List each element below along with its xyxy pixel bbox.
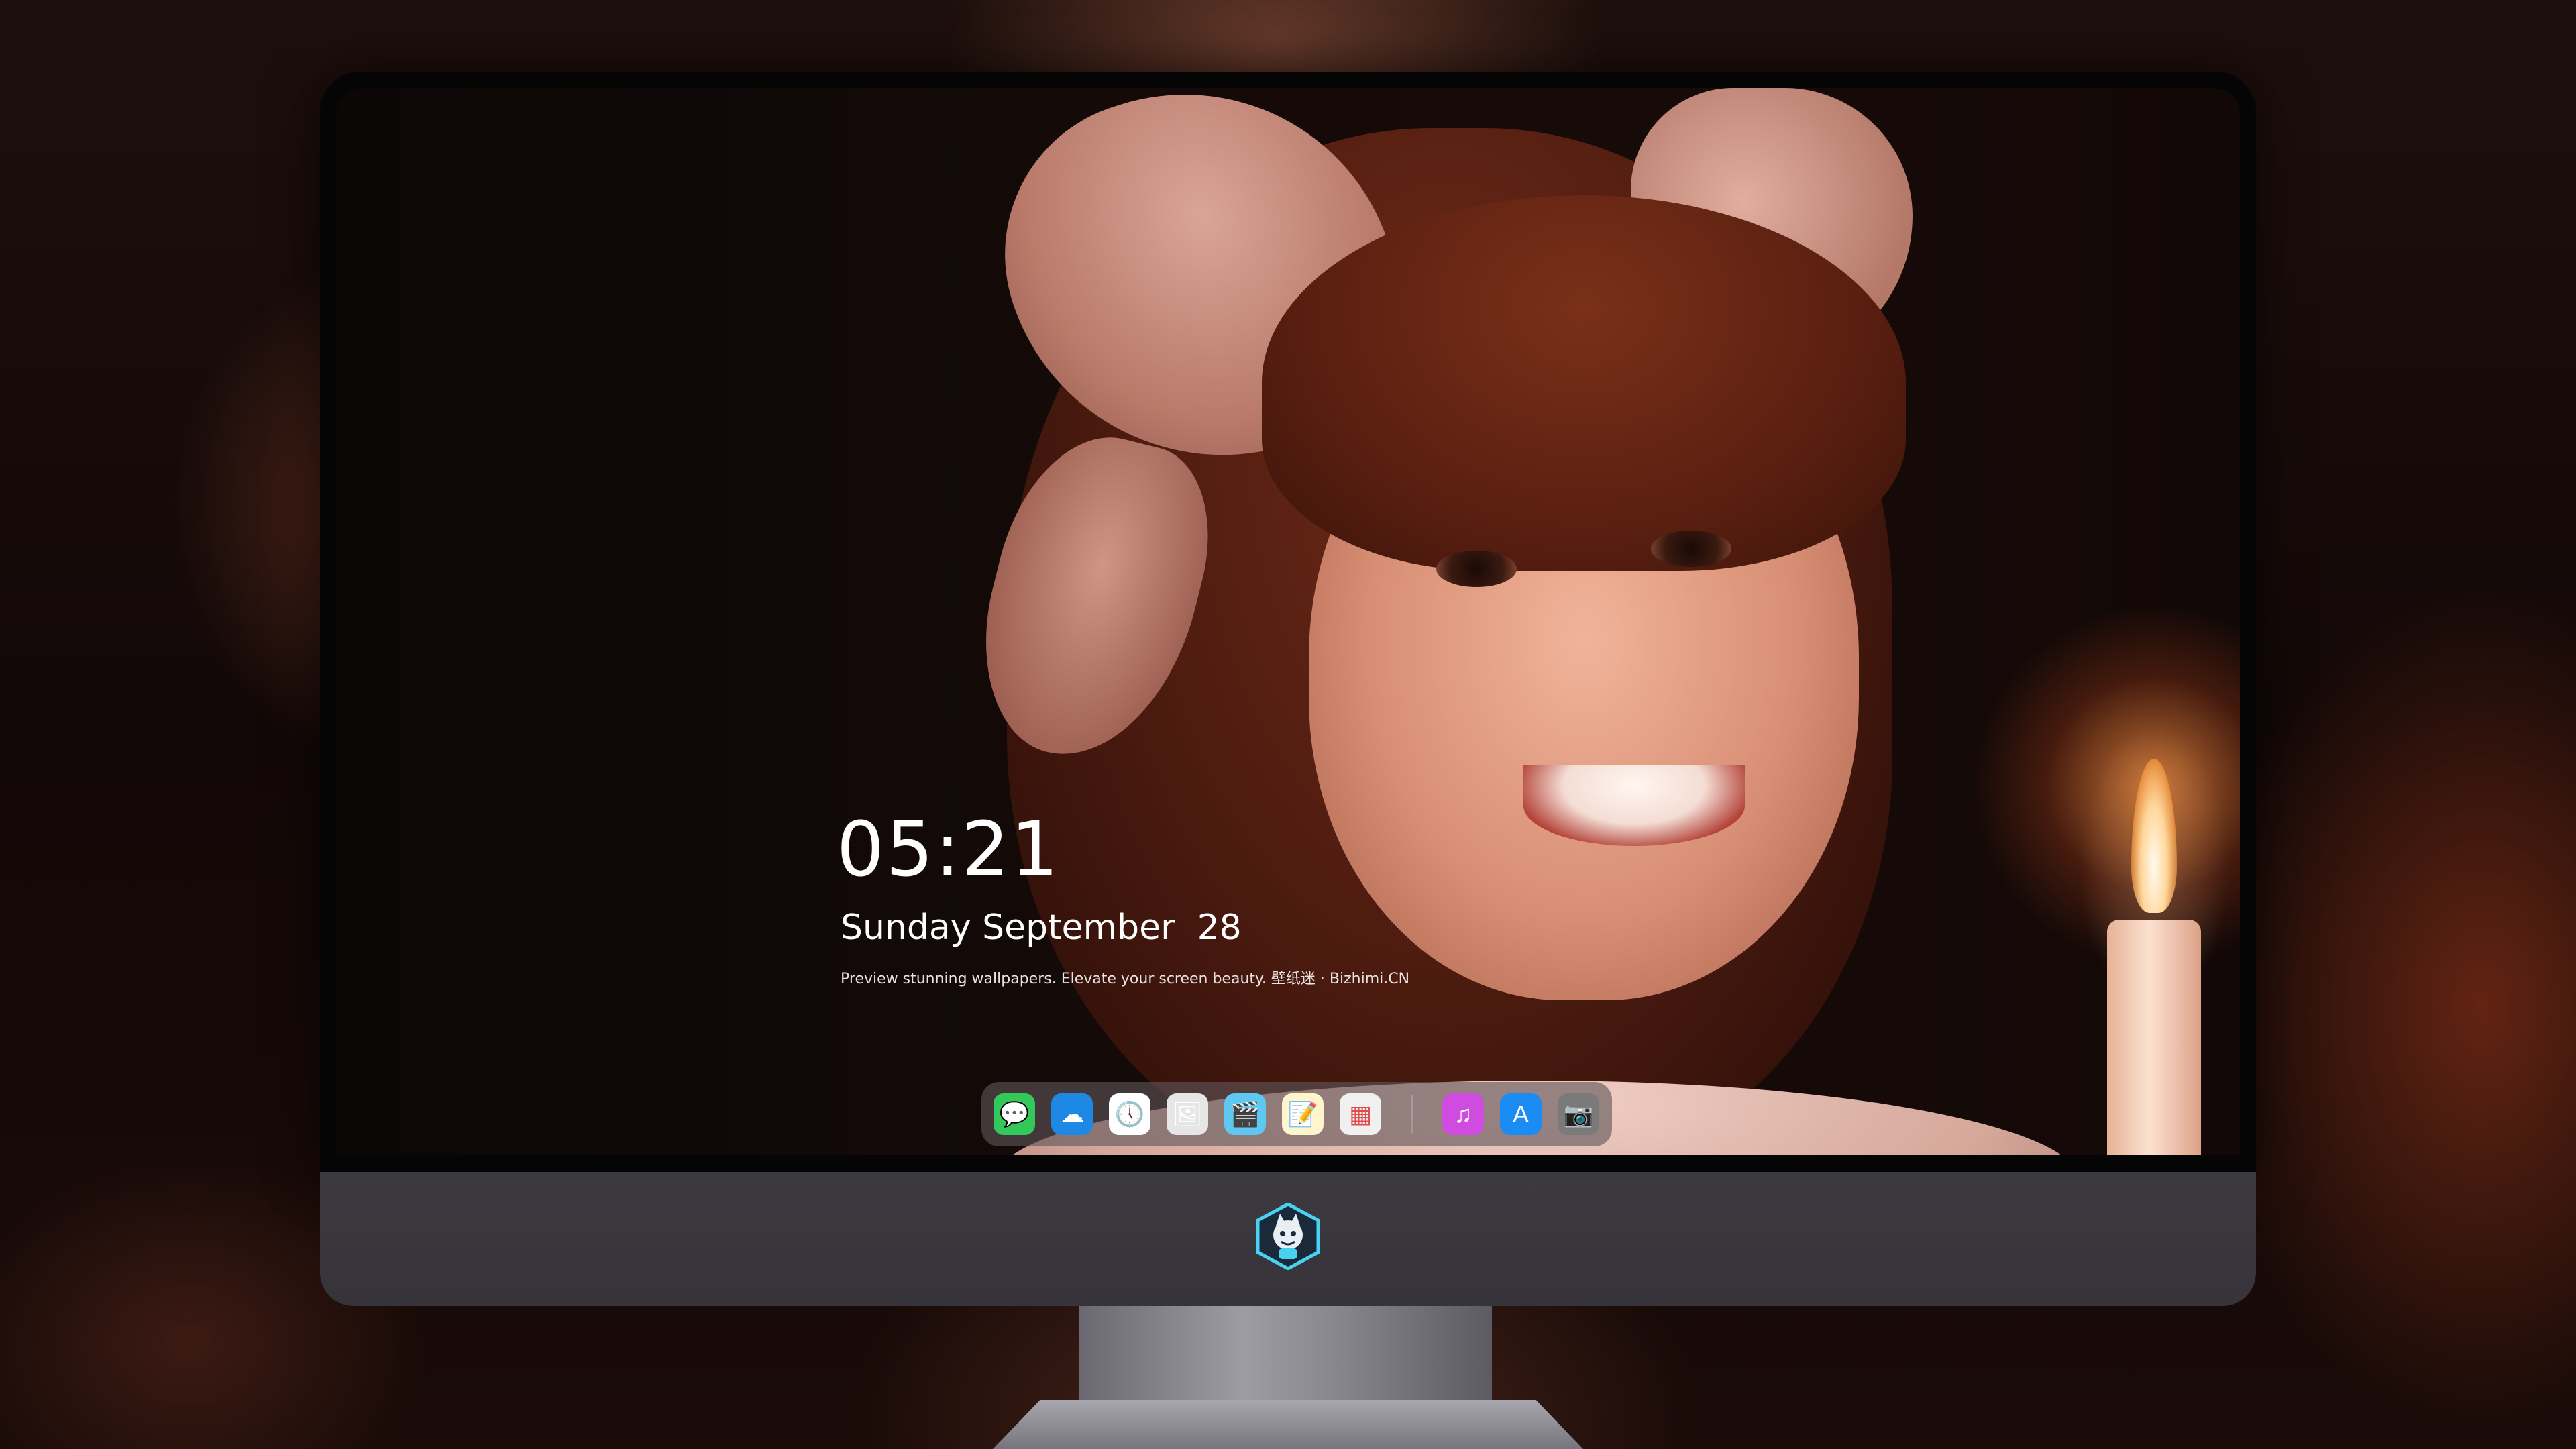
preview-icon: 🖼 [1172, 1100, 1203, 1128]
appstore-icon: A [1512, 1100, 1529, 1128]
dock-item-messages[interactable]: 💬 [994, 1093, 1035, 1135]
wallpaper-eye-right [1651, 531, 1731, 567]
music-icon: ♫ [1454, 1100, 1472, 1128]
photobooth-icon: ▦ [1348, 1100, 1372, 1128]
dock-item-photobooth[interactable]: ▦ [1340, 1093, 1381, 1135]
dock-separator [1411, 1095, 1413, 1133]
messages-icon: 💬 [999, 1100, 1030, 1128]
wallpaper-bangs [1262, 195, 1906, 571]
camera-icon: 📷 [1563, 1100, 1594, 1128]
monitor-stand-base [993, 1400, 1583, 1449]
desktop-stage: 05:21 Sunday September 28 Preview stunni… [0, 0, 2576, 1449]
monitor-stand-neck [1079, 1306, 1492, 1400]
lock-date: Sunday September 28 [841, 908, 1242, 948]
wallpaper-smile [1523, 765, 1745, 846]
dock-item-notes[interactable]: 📝 [1282, 1093, 1324, 1135]
weather-icon: ☁ [1060, 1100, 1084, 1128]
lock-screen: 05:21 Sunday September 28 Preview stunni… [336, 88, 2240, 1155]
mascot-logo-icon [1256, 1203, 1320, 1270]
dock-item-clips[interactable]: 🎬 [1224, 1093, 1266, 1135]
candle [2107, 920, 2201, 1155]
clock-icon: 🕔 [1114, 1100, 1145, 1128]
lock-tagline: Preview stunning wallpapers. Elevate you… [841, 971, 1410, 987]
dock-item-music[interactable]: ♫ [1442, 1093, 1484, 1135]
wallpaper-eye-left [1436, 551, 1517, 587]
dock-item-weather[interactable]: ☁ [1051, 1093, 1093, 1135]
dock-item-appstore[interactable]: A [1500, 1093, 1542, 1135]
monitor-frame: 05:21 Sunday September 28 Preview stunni… [320, 72, 2256, 1172]
clips-icon: 🎬 [1230, 1100, 1260, 1128]
candle-flame [2131, 759, 2177, 913]
dock-item-clock[interactable]: 🕔 [1109, 1093, 1150, 1135]
lock-clock: 05:21 [837, 806, 1060, 894]
dock-item-preview[interactable]: 🖼 [1167, 1093, 1208, 1135]
dock: 💬 ☁ 🕔 🖼 🎬 📝 ▦ ♫ A 📷 [981, 1082, 1612, 1146]
notes-icon: 📝 [1287, 1100, 1318, 1128]
dock-item-camera[interactable]: 📷 [1558, 1093, 1599, 1135]
